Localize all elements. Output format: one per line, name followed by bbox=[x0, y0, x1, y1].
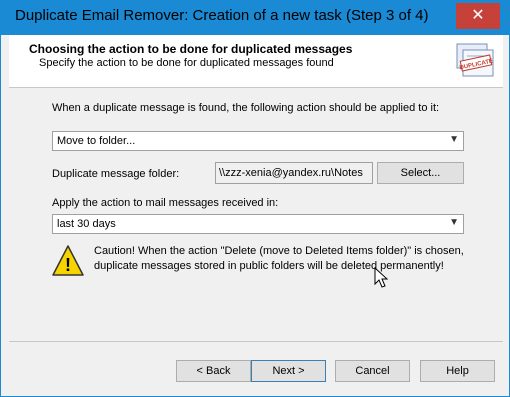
help-button[interactable]: Help bbox=[420, 360, 495, 382]
action-select[interactable]: Move to folder... ▼ bbox=[52, 131, 464, 151]
wizard-body: Choosing the action to be done for dupli… bbox=[9, 35, 503, 389]
action-select-value: Move to folder... bbox=[57, 135, 136, 147]
select-folder-button[interactable]: Select... bbox=[377, 162, 464, 184]
warning-line-2: duplicate messages stored in public fold… bbox=[94, 260, 444, 272]
action-prompt: When a duplicate message is found, the f… bbox=[52, 102, 440, 114]
period-select[interactable]: last 30 days ▼ bbox=[52, 214, 464, 234]
step-title: Choosing the action to be done for dupli… bbox=[29, 42, 353, 56]
close-button[interactable]: ✕ bbox=[456, 3, 500, 29]
chevron-down-icon: ▼ bbox=[449, 217, 459, 228]
title-bar: Duplicate Email Remover: Creation of a n… bbox=[1, 0, 510, 35]
button-bar: < Back Next > Cancel Help bbox=[9, 341, 503, 390]
duplicate-stamp-icon: DUPLICATE bbox=[456, 43, 494, 77]
next-button[interactable]: Next > bbox=[251, 360, 326, 382]
step-subtitle: Specify the action to be done for duplic… bbox=[39, 57, 334, 69]
folder-label: Duplicate message folder: bbox=[52, 168, 180, 180]
window-title: Duplicate Email Remover: Creation of a n… bbox=[15, 7, 429, 24]
chevron-down-icon: ▼ bbox=[449, 134, 459, 145]
warning-icon: ! bbox=[52, 245, 84, 276]
mouse-cursor-icon bbox=[374, 267, 388, 288]
wizard-window: Duplicate Email Remover: Creation of a n… bbox=[0, 0, 510, 397]
back-button[interactable]: < Back bbox=[176, 360, 251, 382]
cancel-button[interactable]: Cancel bbox=[335, 360, 410, 382]
warning-glyph: ! bbox=[65, 255, 71, 275]
warning-line-1: Caution! When the action "Delete (move t… bbox=[94, 245, 464, 257]
folder-field[interactable]: \\zzz-xenia@yandex.ru\Notes bbox=[215, 162, 373, 184]
warning-message: Caution! When the action "Delete (move t… bbox=[94, 244, 494, 274]
step-header: Choosing the action to be done for dupli… bbox=[9, 35, 503, 88]
apply-label: Apply the action to mail messages receiv… bbox=[52, 197, 279, 209]
period-select-value: last 30 days bbox=[57, 218, 116, 230]
